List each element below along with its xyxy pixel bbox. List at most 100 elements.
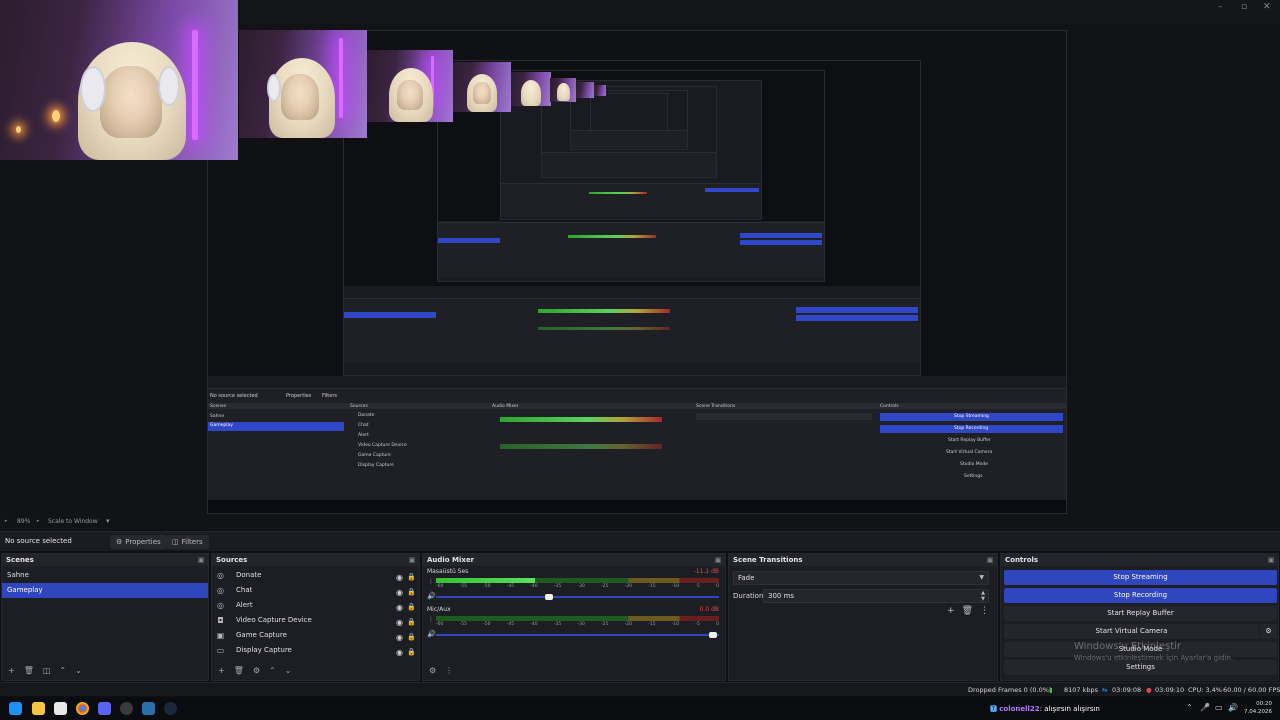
dock-menu-icon[interactable]: ▣ bbox=[986, 556, 994, 564]
stream-icon: ⇆ bbox=[1102, 686, 1108, 694]
filter-icon[interactable]: ◫ bbox=[43, 666, 51, 675]
display-icon[interactable]: ▭ bbox=[1215, 703, 1223, 712]
nested-dock-area: No source selected Properties Filters Sc… bbox=[208, 388, 1066, 500]
start-replay-buffer-button[interactable]: Start Replay Buffer bbox=[1004, 606, 1277, 621]
webcam-feed bbox=[239, 30, 367, 138]
stop-recording-button[interactable]: Stop Recording bbox=[1004, 588, 1277, 603]
source-item-chat[interactable]: ◎ Chat ◉ 🔒 bbox=[212, 583, 419, 598]
source-item-game-capture[interactable]: ▣ Game Capture ◉ 🔒 bbox=[212, 628, 419, 643]
chevron-down-icon[interactable]: ▾ bbox=[106, 517, 110, 525]
channel-db: -11.1 dB bbox=[693, 568, 719, 575]
meter-tick: -55 bbox=[459, 584, 467, 589]
speaker-icon[interactable]: 🔊 bbox=[427, 630, 436, 638]
telegram-icon[interactable] bbox=[142, 702, 155, 715]
maximize-icon[interactable]: ▫ bbox=[1241, 2, 1247, 12]
source-label: Game Capture bbox=[236, 631, 287, 639]
studio-mode-button[interactable]: Studio Mode bbox=[1004, 642, 1277, 657]
volume-knob[interactable] bbox=[709, 632, 718, 638]
volume-knob[interactable] bbox=[545, 594, 554, 600]
virtual-camera-settings-button[interactable]: ⚙ bbox=[1260, 624, 1277, 639]
scene-item-sahne[interactable]: Sahne bbox=[2, 568, 208, 583]
filters-button[interactable]: ◫ Filters bbox=[166, 535, 209, 549]
steam-icon[interactable] bbox=[164, 702, 177, 715]
mixer-toolbar: ⚙ ⋮ bbox=[423, 660, 725, 680]
meter-tick: -30 bbox=[577, 584, 585, 589]
chevron-down-icon[interactable]: ⌄ bbox=[285, 666, 292, 675]
add-icon[interactable]: + bbox=[947, 606, 955, 616]
signal-icon: ▮ bbox=[1049, 686, 1053, 694]
source-label: Video Capture Device bbox=[236, 616, 312, 624]
chrome-icon[interactable] bbox=[76, 702, 89, 715]
zoom-percent[interactable]: 89% bbox=[17, 518, 30, 525]
speaker-icon[interactable]: 🔊 bbox=[427, 592, 436, 600]
nested-dock-area bbox=[501, 183, 761, 217]
eye-icon[interactable]: ◉ bbox=[396, 645, 403, 660]
stop-streaming-button[interactable]: Stop Streaming bbox=[1004, 570, 1277, 585]
gear-icon[interactable]: ⚙ bbox=[253, 666, 260, 675]
file-explorer-icon[interactable] bbox=[32, 702, 45, 715]
settings-button[interactable]: Settings bbox=[1004, 660, 1277, 675]
obs-icon[interactable] bbox=[120, 702, 133, 715]
dock-menu-icon[interactable]: ▣ bbox=[408, 556, 416, 564]
transition-select[interactable]: Fade ▼ bbox=[733, 571, 989, 585]
meter-tick: -30 bbox=[577, 622, 585, 627]
more-icon[interactable]: ⋮ bbox=[445, 666, 453, 675]
dock-menu-icon[interactable]: ▣ bbox=[197, 556, 205, 564]
minimize-icon[interactable]: – bbox=[1218, 2, 1223, 12]
start-virtual-camera-button[interactable]: Start Virtual Camera bbox=[1004, 624, 1259, 639]
scale-mode[interactable]: Scale to Window bbox=[48, 518, 98, 525]
spinner-icon[interactable]: ▲ ▼ bbox=[981, 590, 985, 602]
source-item-display-capture[interactable]: ▭ Display Capture ◉ 🔒 bbox=[212, 643, 419, 658]
trash-icon[interactable]: 🗑 bbox=[234, 666, 244, 675]
sources-title: Sources bbox=[216, 556, 248, 564]
source-item-alert[interactable]: ◎ Alert ◉ 🔒 bbox=[212, 598, 419, 613]
scene-item-gameplay[interactable]: Gameplay bbox=[2, 583, 208, 598]
level-meter bbox=[436, 616, 719, 621]
chevron-up-icon[interactable]: ⌃ bbox=[59, 666, 66, 675]
preview-canvas[interactable]: – ▫ ✕ No source selected Properties Filt… bbox=[0, 0, 1280, 516]
trash-icon[interactable]: 🗑 bbox=[24, 666, 34, 675]
add-icon[interactable]: + bbox=[218, 666, 225, 675]
dock-menu-icon[interactable]: ▣ bbox=[714, 556, 722, 564]
dock-menu-icon[interactable]: ▣ bbox=[1267, 556, 1275, 564]
record-time: 03:09:10 bbox=[1155, 686, 1185, 694]
nested-dock-area bbox=[542, 152, 716, 176]
gear-icon[interactable]: ⚙ bbox=[429, 666, 436, 675]
meter-tick: -35 bbox=[553, 584, 562, 589]
properties-button[interactable]: ⚙ Properties bbox=[110, 535, 167, 549]
chevron-down-icon[interactable]: ⌄ bbox=[75, 666, 82, 675]
chevron-up-icon[interactable]: ⌃ bbox=[1186, 703, 1193, 712]
trash-icon[interactable]: 🗑 bbox=[962, 606, 973, 616]
clock[interactable]: 00:20 7.04.2026 bbox=[1244, 700, 1272, 716]
source-label: Chat bbox=[236, 586, 253, 594]
mic-icon[interactable]: 🎤 bbox=[1200, 703, 1210, 712]
volume-icon[interactable]: 🔊 bbox=[1228, 703, 1238, 712]
gear-icon: ⚙ bbox=[1265, 627, 1272, 635]
meter-tick: -50 bbox=[483, 584, 491, 589]
webcam-feed bbox=[367, 50, 453, 122]
sources-list: ◎ Donate ◉ 🔒 ◎ Chat ◉ 🔒 ◎ Alert ◉ 🔒 ◘ Vi… bbox=[212, 566, 419, 658]
duration-input[interactable]: 300 ms ▲ ▼ bbox=[763, 589, 989, 603]
transitions-header: Scene Transitions ▣ bbox=[729, 554, 997, 566]
add-icon[interactable]: + bbox=[8, 666, 15, 675]
channel-menu-icon[interactable]: ⋮ bbox=[428, 578, 434, 585]
meter-tick: -5 bbox=[695, 622, 700, 627]
source-item-donate[interactable]: ◎ Donate ◉ 🔒 bbox=[212, 568, 419, 583]
volume-slider[interactable] bbox=[436, 594, 719, 600]
volume-slider[interactable] bbox=[436, 632, 719, 638]
close-icon[interactable]: ✕ bbox=[1263, 2, 1271, 12]
windows-start-icon[interactable] bbox=[9, 702, 22, 715]
sources-toolbar: + 🗑 ⚙ ⌃ ⌄ bbox=[212, 660, 419, 680]
transition-value: Fade bbox=[738, 574, 755, 582]
source-item-video-capture[interactable]: ◘ Video Capture Device ◉ 🔒 bbox=[212, 613, 419, 628]
controls-dock: Controls ▣ Stop Streaming Stop Recording… bbox=[1000, 553, 1279, 681]
notepad-icon[interactable] bbox=[54, 702, 67, 715]
discord-icon[interactable] bbox=[98, 702, 111, 715]
gamepad-icon: ▣ bbox=[216, 631, 225, 640]
chevron-up-icon[interactable]: ⌃ bbox=[269, 666, 276, 675]
lock-icon[interactable]: 🔒 bbox=[407, 645, 416, 660]
more-icon[interactable]: ⋮ bbox=[980, 606, 989, 616]
fps: 60.00 / 60.00 FPS bbox=[1223, 686, 1280, 694]
channel-menu-icon[interactable]: ⋮ bbox=[428, 616, 434, 623]
chat-ticker: 🆃 colonell22: alışırsın alışırsın bbox=[990, 704, 1100, 714]
